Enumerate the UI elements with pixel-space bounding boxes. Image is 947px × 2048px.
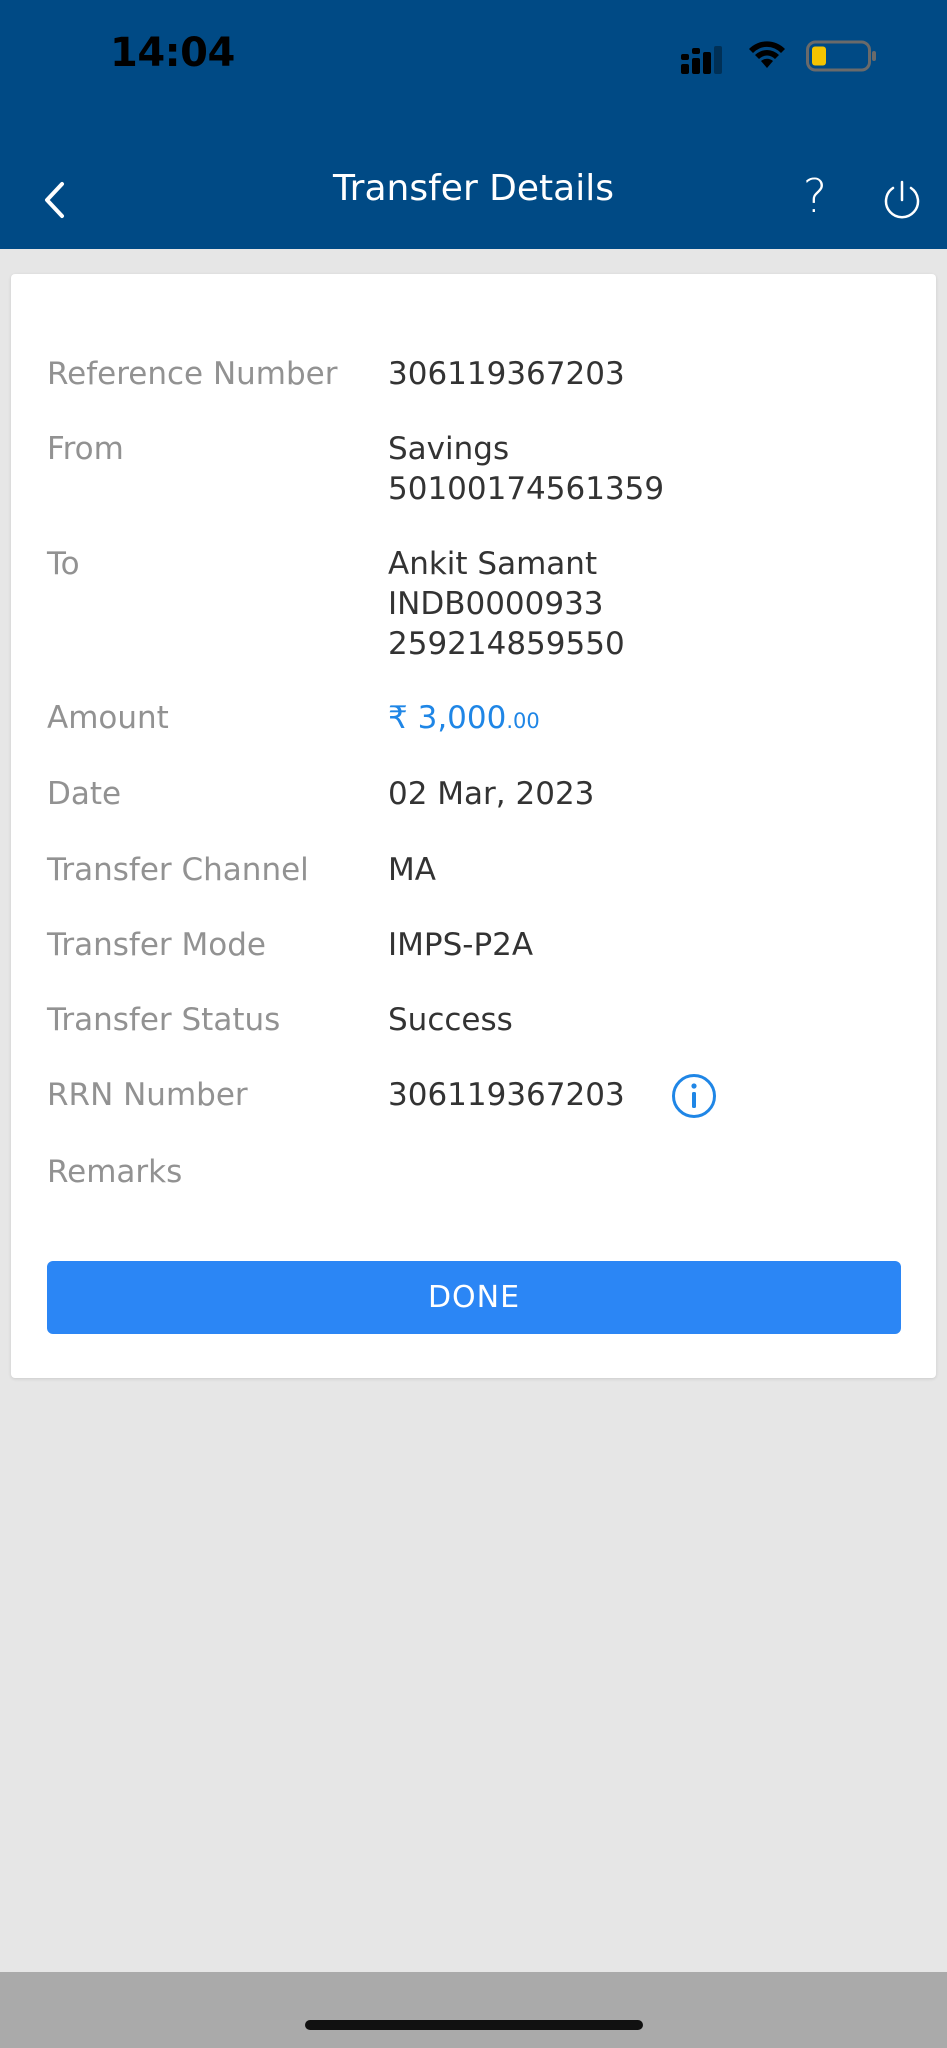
currency-symbol: ₹ <box>388 700 408 736</box>
cellular-signal-icon <box>681 46 722 74</box>
from-value: Savings 50100174561359 <box>388 429 888 509</box>
rrn-number-value: 306119367203 <box>388 1077 625 1113</box>
date-label: Date <box>47 776 122 812</box>
help-button[interactable]: ? <box>795 168 835 224</box>
to-ifsc: INDB0000933 <box>388 586 604 622</box>
from-account-number: 50100174561359 <box>388 471 665 507</box>
transfer-channel-label: Transfer Channel <box>47 852 309 888</box>
rrn-number-label: RRN Number <box>47 1077 248 1113</box>
wifi-icon <box>749 41 785 68</box>
to-name: Ankit Samant <box>388 546 598 582</box>
transfer-details-card: Reference Number 306119367203 From Savin… <box>11 274 936 1378</box>
transfer-mode-label: Transfer Mode <box>47 927 266 963</box>
home-indicator[interactable] <box>305 2020 643 2030</box>
battery-icon <box>806 40 876 72</box>
power-icon[interactable] <box>880 178 924 222</box>
transfer-status-label: Transfer Status <box>47 1002 281 1038</box>
status-time: 14:04 <box>110 30 235 76</box>
remarks-label: Remarks <box>47 1154 183 1190</box>
to-value: Ankit Samant INDB0000933 259214859550 <box>388 544 888 664</box>
to-account-number: 259214859550 <box>388 626 625 662</box>
date-value: 02 Mar, 2023 <box>388 776 595 812</box>
transfer-channel-value: MA <box>388 852 436 888</box>
amount-paise: .00 <box>506 709 540 733</box>
amount-rupees: 3,000 <box>417 700 507 736</box>
transfer-mode-value: IMPS-P2A <box>388 927 534 963</box>
transfer-status-value: Success <box>388 1002 513 1038</box>
done-button[interactable]: DONE <box>47 1261 901 1334</box>
reference-number-value: 306119367203 <box>388 356 625 392</box>
from-account-type: Savings <box>388 431 510 467</box>
info-icon[interactable] <box>671 1073 717 1119</box>
app-header: 14:04 Transfer Details ? <box>0 0 947 249</box>
from-label: From <box>47 431 124 467</box>
amount-value: ₹ 3,000.00 <box>388 698 888 741</box>
amount-label: Amount <box>47 700 169 736</box>
bottom-bar <box>0 1972 947 2048</box>
to-label: To <box>47 546 80 582</box>
reference-number-label: Reference Number <box>47 356 338 392</box>
